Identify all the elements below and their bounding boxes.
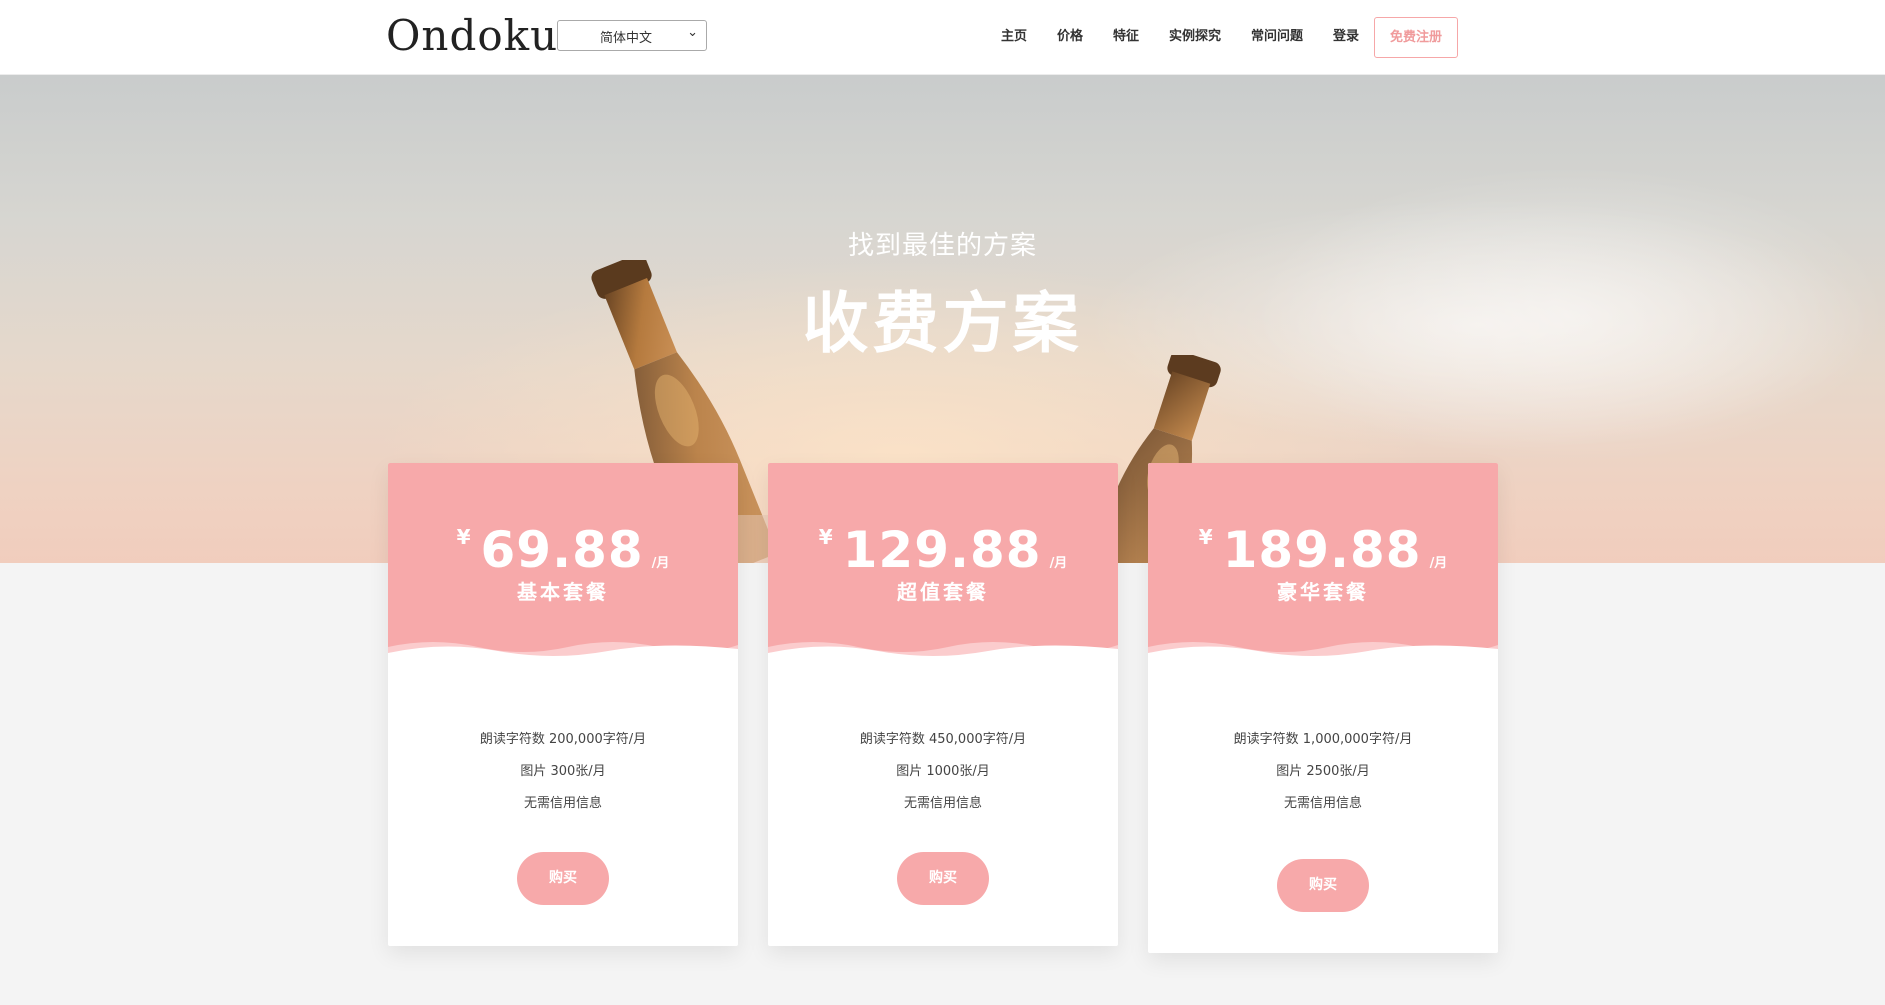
price-period: /月 bbox=[1429, 556, 1448, 571]
feature-item: 朗读字符数 450,000字符/月 bbox=[859, 732, 1027, 747]
main-nav: 主页 价格 特征 实例探究 常问问题 登录 bbox=[0, 25, 1885, 45]
currency-symbol: ¥ bbox=[456, 525, 471, 549]
price-amount: 189.88 bbox=[1222, 521, 1422, 579]
wave-divider bbox=[768, 642, 1118, 663]
feature-item: 无需信用信息 bbox=[523, 796, 602, 811]
plan-name: 豪华套餐 bbox=[1277, 580, 1369, 604]
card-header: ¥129.88/月 超值套餐 bbox=[768, 463, 1118, 663]
feature-item: 图片 2500张/月 bbox=[1276, 764, 1370, 779]
buy-button[interactable]: 购买 bbox=[517, 852, 609, 905]
plan-name: 基本套餐 bbox=[517, 580, 609, 604]
hero-title: 收费方案 bbox=[802, 285, 1083, 362]
wave-divider bbox=[1148, 642, 1498, 663]
nav-item-pricing[interactable]: 价格 bbox=[1057, 25, 1083, 44]
nav-item-home[interactable]: 主页 bbox=[1001, 25, 1027, 44]
feature-item: 无需信用信息 bbox=[1283, 796, 1362, 811]
feature-item: 无需信用信息 bbox=[903, 796, 982, 811]
feature-item: 朗读字符数 200,000字符/月 bbox=[479, 732, 647, 747]
price-period: /月 bbox=[1049, 556, 1068, 571]
top-navbar: Ondoku 简体中文 ⌄ 主页 价格 特征 实例探究 常问问题 登录 免费注册 bbox=[0, 0, 1885, 75]
nav-item-faq[interactable]: 常问问题 bbox=[1251, 25, 1303, 44]
free-signup-button[interactable]: 免费注册 bbox=[1374, 17, 1458, 58]
feature-item: 图片 1000张/月 bbox=[896, 764, 990, 779]
card-header: ¥69.88/月 基本套餐 bbox=[388, 463, 738, 663]
buy-button[interactable]: 购买 bbox=[1277, 859, 1369, 912]
price-period: /月 bbox=[651, 556, 670, 571]
pricing-card-deluxe: ¥189.88/月 豪华套餐 朗读字符数 1,000,000字符/月 图片 25… bbox=[1148, 463, 1498, 953]
feature-list: 朗读字符数 450,000字符/月 图片 1000张/月 无需信用信息 bbox=[768, 724, 1118, 820]
price: ¥69.88/月 bbox=[388, 521, 738, 579]
feature-item: 图片 300张/月 bbox=[520, 764, 606, 779]
currency-symbol: ¥ bbox=[818, 525, 833, 549]
card-header: ¥189.88/月 豪华套餐 bbox=[1148, 463, 1498, 663]
hero-subtitle: 找到最佳的方案 bbox=[847, 231, 1037, 261]
feature-item: 朗读字符数 1,000,000字符/月 bbox=[1233, 732, 1413, 747]
currency-symbol: ¥ bbox=[1198, 525, 1213, 549]
price: ¥129.88/月 bbox=[768, 521, 1118, 579]
price-amount: 69.88 bbox=[480, 521, 644, 579]
feature-list: 朗读字符数 200,000字符/月 图片 300张/月 无需信用信息 bbox=[388, 724, 738, 820]
price-amount: 129.88 bbox=[842, 521, 1042, 579]
price: ¥189.88/月 bbox=[1148, 521, 1498, 579]
nav-item-case-studies[interactable]: 实例探究 bbox=[1169, 25, 1221, 44]
feature-list: 朗读字符数 1,000,000字符/月 图片 2500张/月 无需信用信息 bbox=[1148, 724, 1498, 820]
pricing-card-value: ¥129.88/月 超值套餐 朗读字符数 450,000字符/月 图片 1000… bbox=[768, 463, 1118, 946]
plan-name: 超值套餐 bbox=[897, 580, 989, 604]
pricing-card-basic: ¥69.88/月 基本套餐 朗读字符数 200,000字符/月 图片 300张/… bbox=[388, 463, 738, 946]
nav-item-login[interactable]: 登录 bbox=[1333, 25, 1359, 44]
wave-divider bbox=[388, 642, 738, 663]
buy-button[interactable]: 购买 bbox=[897, 852, 989, 905]
nav-item-features[interactable]: 特征 bbox=[1113, 25, 1139, 44]
